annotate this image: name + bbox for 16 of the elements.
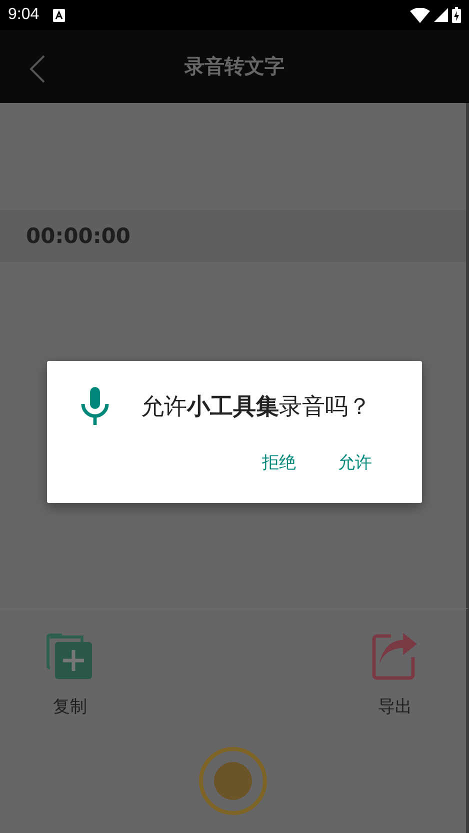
share-icon xyxy=(371,633,419,681)
battery-charging-icon xyxy=(452,7,461,23)
export-button[interactable]: 导出 xyxy=(371,633,419,718)
dialog-button[interactable]: 拒绝 xyxy=(256,447,302,478)
copy-button[interactable]: 复制 xyxy=(46,633,94,718)
dialog-button[interactable]: 允许 xyxy=(332,447,378,478)
dialog-message: 允许小工具集录音吗？ xyxy=(141,392,371,422)
status-time: 9:04 xyxy=(8,6,40,24)
microphone-icon xyxy=(81,387,109,425)
back-icon[interactable] xyxy=(28,54,46,84)
timer-text: 00:00:00 xyxy=(26,224,130,248)
page-title: 录音转文字 xyxy=(184,53,284,80)
notification-icon xyxy=(53,8,66,22)
signal-icon xyxy=(434,8,448,22)
wifi-icon xyxy=(410,8,430,22)
copy-add-icon xyxy=(46,633,94,681)
